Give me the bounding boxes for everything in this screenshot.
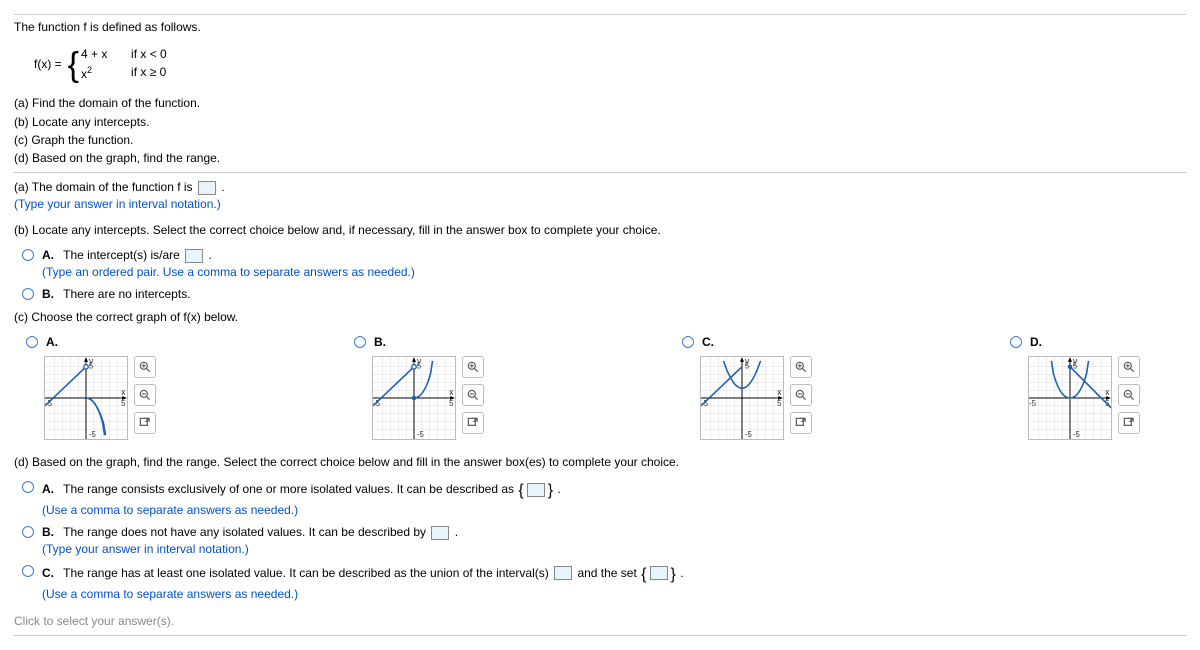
expand-button[interactable] [134, 412, 156, 434]
case2-expr: x2 [81, 64, 131, 83]
expand-button[interactable] [1118, 412, 1140, 434]
svg-text:-5: -5 [745, 430, 753, 439]
svg-text:5: 5 [777, 399, 782, 408]
svg-text:-5: -5 [417, 430, 425, 439]
range-interval-input[interactable] [431, 526, 449, 540]
zoom-out-button[interactable] [790, 384, 812, 406]
graph-option-b[interactable]: B. y x -5 5 5 -5 [346, 334, 484, 439]
option-label: C. [42, 566, 54, 580]
zoom-in-button[interactable] [1118, 356, 1140, 378]
task-a: (a) Find the domain of the function. [14, 95, 1186, 112]
radio-icon[interactable] [22, 565, 34, 577]
part-d-option-b[interactable]: B. The range does not have any isolated … [14, 524, 1186, 559]
radio-icon[interactable] [22, 481, 34, 493]
case1-expr: 4 + x [81, 46, 131, 63]
option-hint: (Type an ordered pair. Use a comma to se… [42, 265, 415, 279]
task-d: (d) Based on the graph, find the range. [14, 150, 1186, 167]
zoom-out-button[interactable] [462, 384, 484, 406]
curly-brace-icon: } [670, 566, 677, 583]
svg-text:-5: -5 [1073, 430, 1081, 439]
graph-a: y x -5 5 5 -5 [44, 356, 128, 440]
graph-option-c[interactable]: C. y x -5 5 5 -5 [674, 334, 812, 439]
radio-icon[interactable] [22, 288, 34, 300]
function-definition: f(x) = { 4 + x if x < 0 x2 if x ≥ 0 [34, 46, 1186, 83]
case2-cond: if x ≥ 0 [131, 64, 166, 83]
func-left: f(x) = [34, 56, 62, 73]
svg-text:5: 5 [89, 362, 94, 371]
part-a-text: (a) The domain of the function f is [14, 180, 196, 194]
radio-icon[interactable] [22, 249, 34, 261]
part-b-prompt: (b) Locate any intercepts. Select the co… [14, 222, 1186, 239]
option-hint: (Type your answer in interval notation.) [42, 542, 249, 556]
option-hint: (Use a comma to separate answers as need… [42, 503, 298, 517]
part-a: (a) The domain of the function f is . (T… [14, 179, 1186, 214]
zoom-out-button[interactable] [1118, 384, 1140, 406]
part-d-prompt: (d) Based on the graph, find the range. … [14, 454, 1186, 471]
domain-input[interactable] [198, 181, 216, 195]
curly-brace-icon: { [517, 482, 524, 499]
svg-text:5: 5 [745, 362, 750, 371]
graph-b: y x -5 5 5 -5 [372, 356, 456, 440]
intercepts-input[interactable] [185, 249, 203, 263]
part-a-hint: (Type your answer in interval notation.) [14, 197, 221, 211]
range-set-input[interactable] [527, 483, 545, 497]
task-b: (b) Locate any intercepts. [14, 114, 1186, 131]
option-label: D. [1030, 335, 1042, 349]
range-union-set-input[interactable] [650, 566, 668, 580]
option-label: B. [42, 287, 54, 301]
option-label: C. [702, 335, 714, 349]
zoom-in-button[interactable] [134, 356, 156, 378]
radio-icon[interactable] [354, 336, 366, 348]
graph-option-a[interactable]: A. y x -5 5 5 -5 [18, 334, 156, 439]
radio-icon[interactable] [1010, 336, 1022, 348]
zoom-in-button[interactable] [462, 356, 484, 378]
part-c-prompt: (c) Choose the correct graph of f(x) bel… [14, 309, 1186, 326]
option-label: B. [42, 525, 54, 539]
radio-icon[interactable] [682, 336, 694, 348]
part-d-option-c[interactable]: C. The range has at least one isolated v… [14, 563, 1186, 604]
brace-icon: { [68, 51, 79, 79]
intro-text: The function f is defined as follows. [14, 19, 1186, 36]
task-list: (a) Find the domain of the function. (b)… [14, 95, 1186, 168]
task-c: (c) Graph the function. [14, 132, 1186, 149]
zoom-out-button[interactable] [134, 384, 156, 406]
svg-text:5: 5 [121, 399, 126, 408]
radio-icon[interactable] [22, 526, 34, 538]
curly-brace-icon: { [640, 566, 647, 583]
graph-d: y x -5 5 5 -5 [1028, 356, 1112, 440]
part-b-option-b[interactable]: B. There are no intercepts. [14, 286, 1186, 303]
graph-option-d[interactable]: D. y x -5 5 5 -5 [1002, 334, 1140, 439]
option-label: A. [46, 335, 58, 349]
graph-options: A. y x -5 5 5 -5 [18, 334, 1186, 439]
radio-icon[interactable] [26, 336, 38, 348]
graph-c: y x -5 5 5 -5 [700, 356, 784, 440]
svg-text:5: 5 [417, 362, 422, 371]
svg-text:-5: -5 [1029, 399, 1037, 408]
svg-text:x: x [449, 387, 454, 397]
footer-instruction: Click to select your answer(s). [14, 613, 1186, 630]
svg-text:x: x [1105, 387, 1110, 397]
option-hint: (Use a comma to separate answers as need… [42, 587, 298, 601]
zoom-in-button[interactable] [790, 356, 812, 378]
part-d-option-a[interactable]: A. The range consists exclusively of one… [14, 479, 1186, 520]
expand-button[interactable] [462, 412, 484, 434]
svg-text:-5: -5 [89, 430, 97, 439]
option-label: A. [42, 248, 54, 262]
svg-text:5: 5 [449, 399, 454, 408]
option-label: B. [374, 335, 386, 349]
option-label: A. [42, 482, 54, 496]
range-union-interval-input[interactable] [554, 566, 572, 580]
curly-brace-icon: } [547, 482, 554, 499]
svg-text:x: x [777, 387, 782, 397]
svg-text:x: x [121, 387, 126, 397]
part-b-option-a[interactable]: A. The intercept(s) is/are . (Type an or… [14, 247, 1186, 282]
case1-cond: if x < 0 [131, 46, 167, 63]
expand-button[interactable] [790, 412, 812, 434]
